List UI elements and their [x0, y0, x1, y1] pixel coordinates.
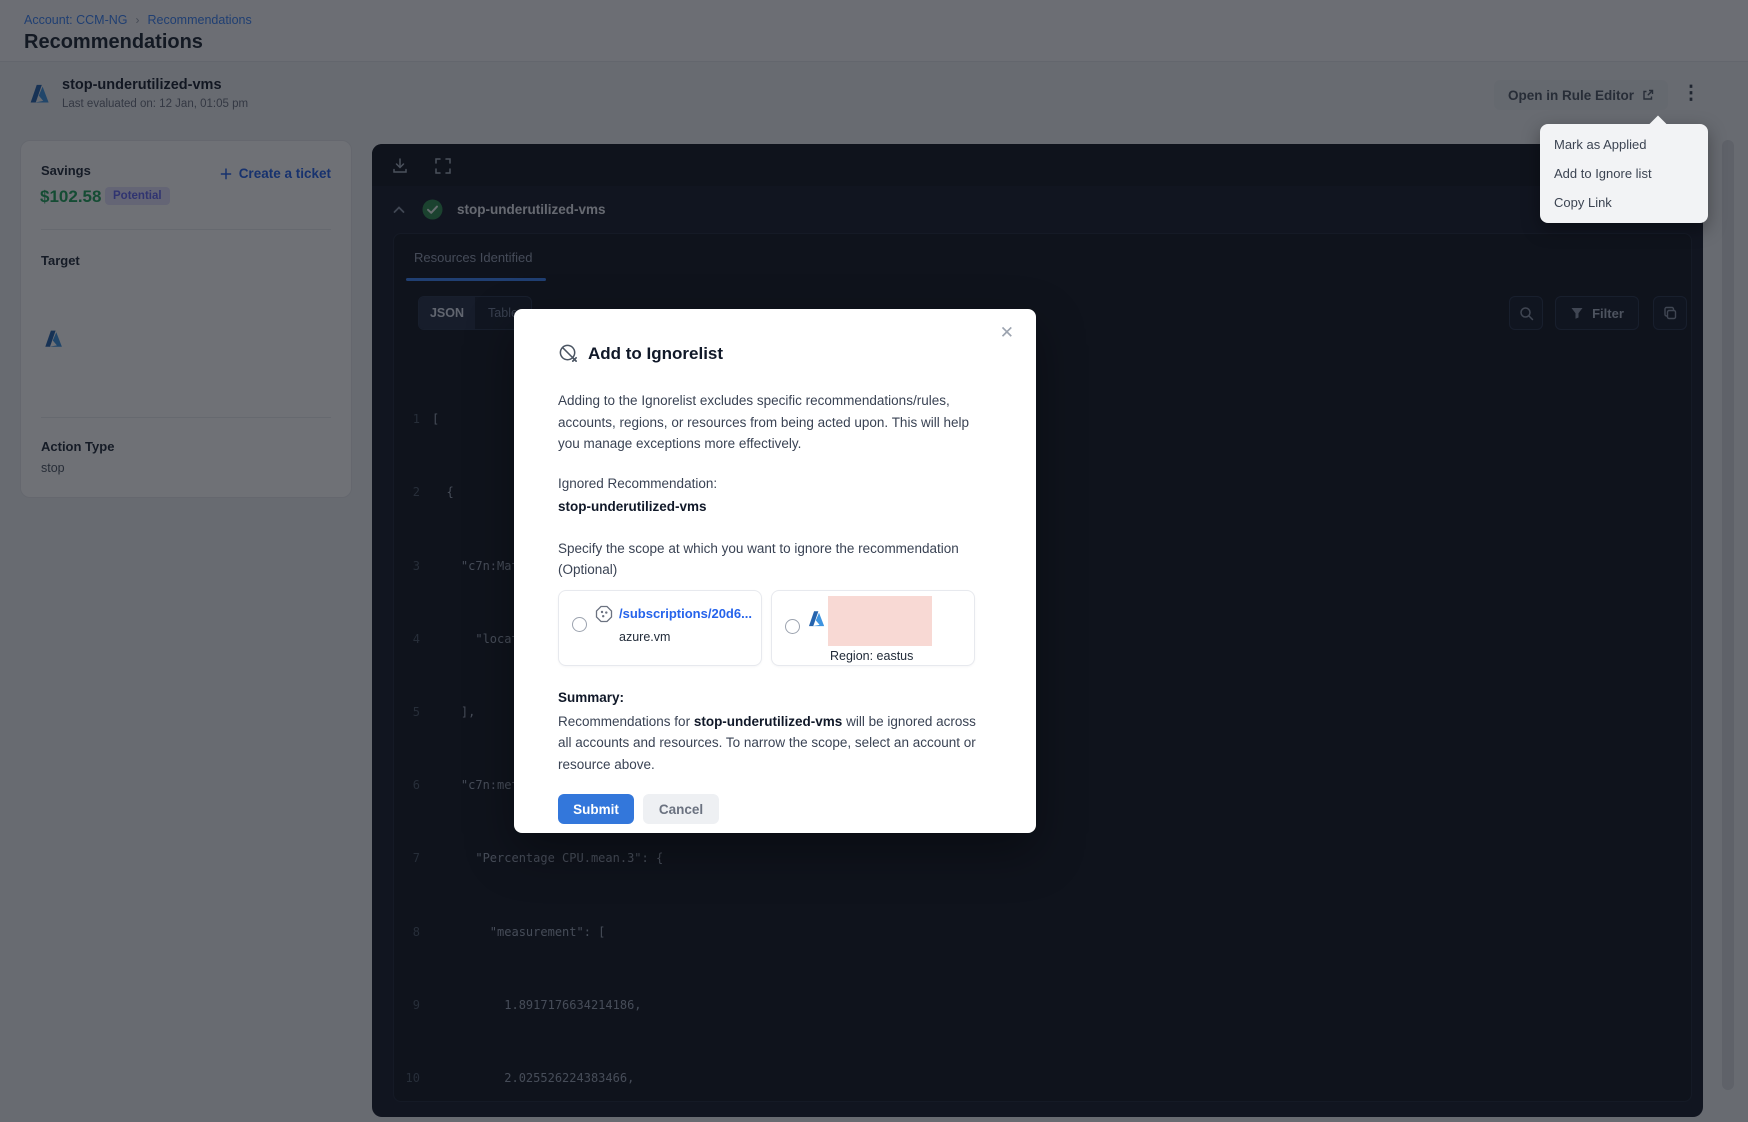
ignored-recommendation-value: stop-underutilized-vms [558, 499, 992, 514]
ignored-recommendation-label: Ignored Recommendation: [558, 476, 992, 491]
redacted-account-block [828, 596, 932, 646]
menu-item[interactable]: Add to Ignore list [1540, 159, 1708, 188]
cancel-button[interactable]: Cancel [643, 794, 719, 824]
summary-pre: Recommendations for [558, 714, 694, 729]
menu-item[interactable]: Copy Link [1540, 188, 1708, 217]
ignorelist-modal: ✕ Add to Ignorelist Adding to the Ignore… [514, 309, 1036, 833]
close-icon[interactable]: ✕ [1000, 323, 1014, 343]
scope-option-resource[interactable]: /subscriptions/20d6... azure.vm [558, 590, 762, 666]
scope-option-region[interactable]: Region: eastus [771, 590, 975, 666]
context-menu: Mark as Applied Add to Ignore list Copy … [1540, 124, 1708, 223]
modal-title: Add to Ignorelist [588, 344, 723, 364]
azure-icon [805, 608, 827, 630]
scope-options: /subscriptions/20d6... azure.vm Region: … [558, 590, 992, 666]
subscription-link[interactable]: /subscriptions/20d6... [619, 606, 752, 621]
summary-label: Summary: [558, 690, 992, 705]
submit-button[interactable]: Submit [558, 794, 634, 824]
screen: Account: CCM-NG › Recommendations Recomm… [0, 0, 1748, 1122]
modal-description: Adding to the Ignorelist excludes specif… [558, 390, 992, 455]
summary-text: Recommendations for stop-underutilized-v… [558, 711, 992, 776]
scope-label: Specify the scope at which you want to i… [558, 538, 992, 581]
ignore-icon [558, 343, 579, 364]
menu-item[interactable]: Mark as Applied [1540, 130, 1708, 159]
region-caption: Region: eastus [830, 649, 913, 663]
summary-rule-name: stop-underutilized-vms [694, 714, 843, 729]
region-radio[interactable] [785, 619, 800, 634]
resource-type-text: azure.vm [619, 630, 670, 644]
resource-radio[interactable] [572, 617, 587, 632]
resource-icon [594, 604, 614, 624]
